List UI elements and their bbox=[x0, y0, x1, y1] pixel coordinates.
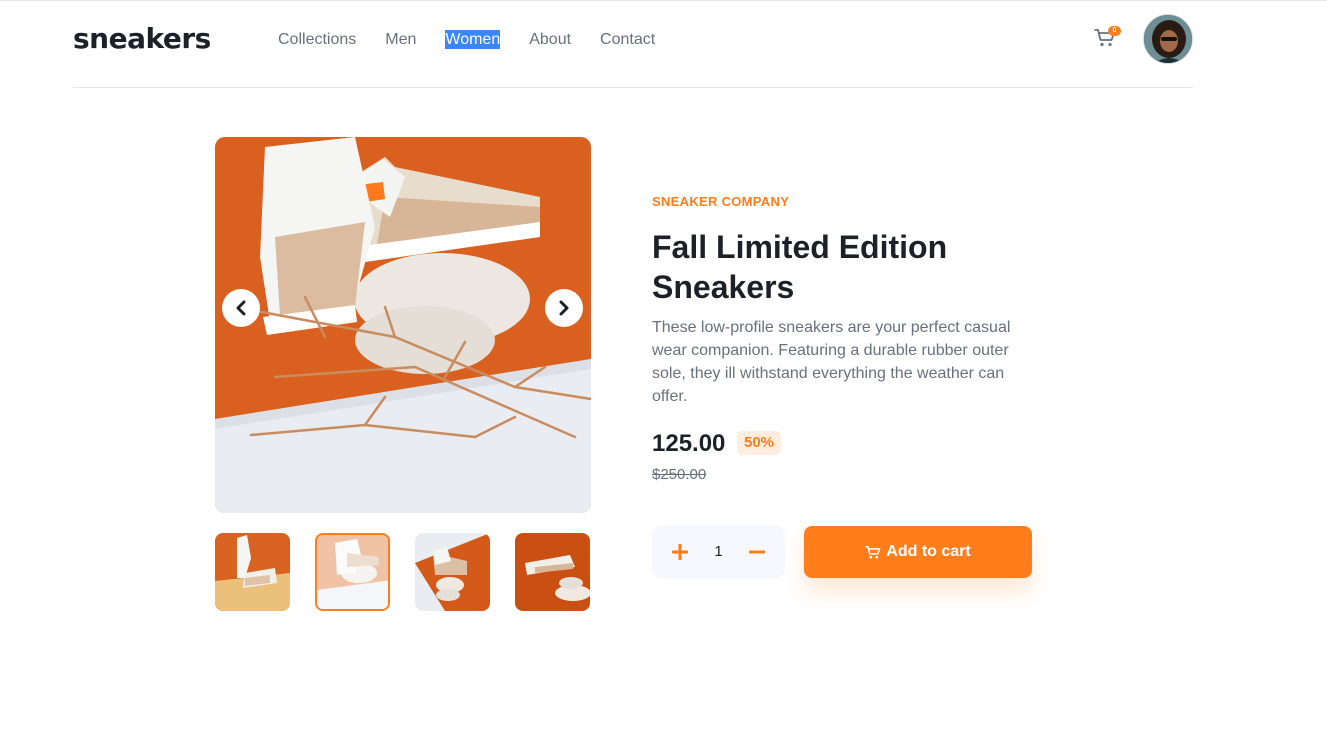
logo[interactable]: sneakers bbox=[73, 22, 211, 55]
minus-icon bbox=[749, 550, 765, 554]
add-to-cart-label: Add to cart bbox=[886, 543, 971, 560]
nav-link-about[interactable]: About bbox=[529, 30, 571, 49]
nav-link-men[interactable]: Men bbox=[385, 30, 416, 49]
cart-button[interactable]: 0 bbox=[1094, 26, 1121, 52]
main-nav: Collections Men Women About Contact bbox=[278, 30, 655, 49]
quantity-stepper: 1 bbox=[652, 525, 785, 579]
thumbnail-2[interactable] bbox=[315, 533, 390, 611]
chevron-right-icon bbox=[559, 300, 569, 316]
thumbnail-4[interactable] bbox=[515, 533, 590, 611]
nav-link-collections[interactable]: Collections bbox=[278, 30, 356, 49]
thumbnail-3[interactable] bbox=[415, 533, 490, 611]
nav-link-women[interactable]: Women bbox=[445, 30, 501, 49]
thumbnail-1[interactable] bbox=[215, 533, 290, 611]
decrease-quantity-button[interactable] bbox=[747, 542, 767, 562]
current-price: 125.00 bbox=[652, 430, 726, 457]
nav-link-contact[interactable]: Contact bbox=[600, 30, 655, 49]
main-product-image bbox=[215, 137, 591, 513]
company-name: SNEAKER COMPANY bbox=[652, 194, 790, 209]
cart-icon bbox=[865, 545, 881, 559]
original-price: $250.00 bbox=[652, 466, 707, 483]
chevron-left-icon bbox=[236, 300, 246, 316]
site-header: sneakers Collections Men Women About Con… bbox=[73, 0, 1193, 88]
add-to-cart-button[interactable]: Add to cart bbox=[804, 526, 1032, 578]
discount-badge: 50% bbox=[737, 431, 782, 455]
previous-image-button[interactable] bbox=[222, 289, 260, 327]
next-image-button[interactable] bbox=[545, 289, 583, 327]
cart-count-badge: 0 bbox=[1108, 26, 1121, 36]
avatar[interactable] bbox=[1143, 14, 1193, 64]
thumbnail-strip bbox=[215, 533, 590, 611]
product-description: These low-profile sneakers are your perf… bbox=[652, 319, 1011, 405]
product-title: Fall Limited Edition Sneakers bbox=[652, 229, 948, 305]
